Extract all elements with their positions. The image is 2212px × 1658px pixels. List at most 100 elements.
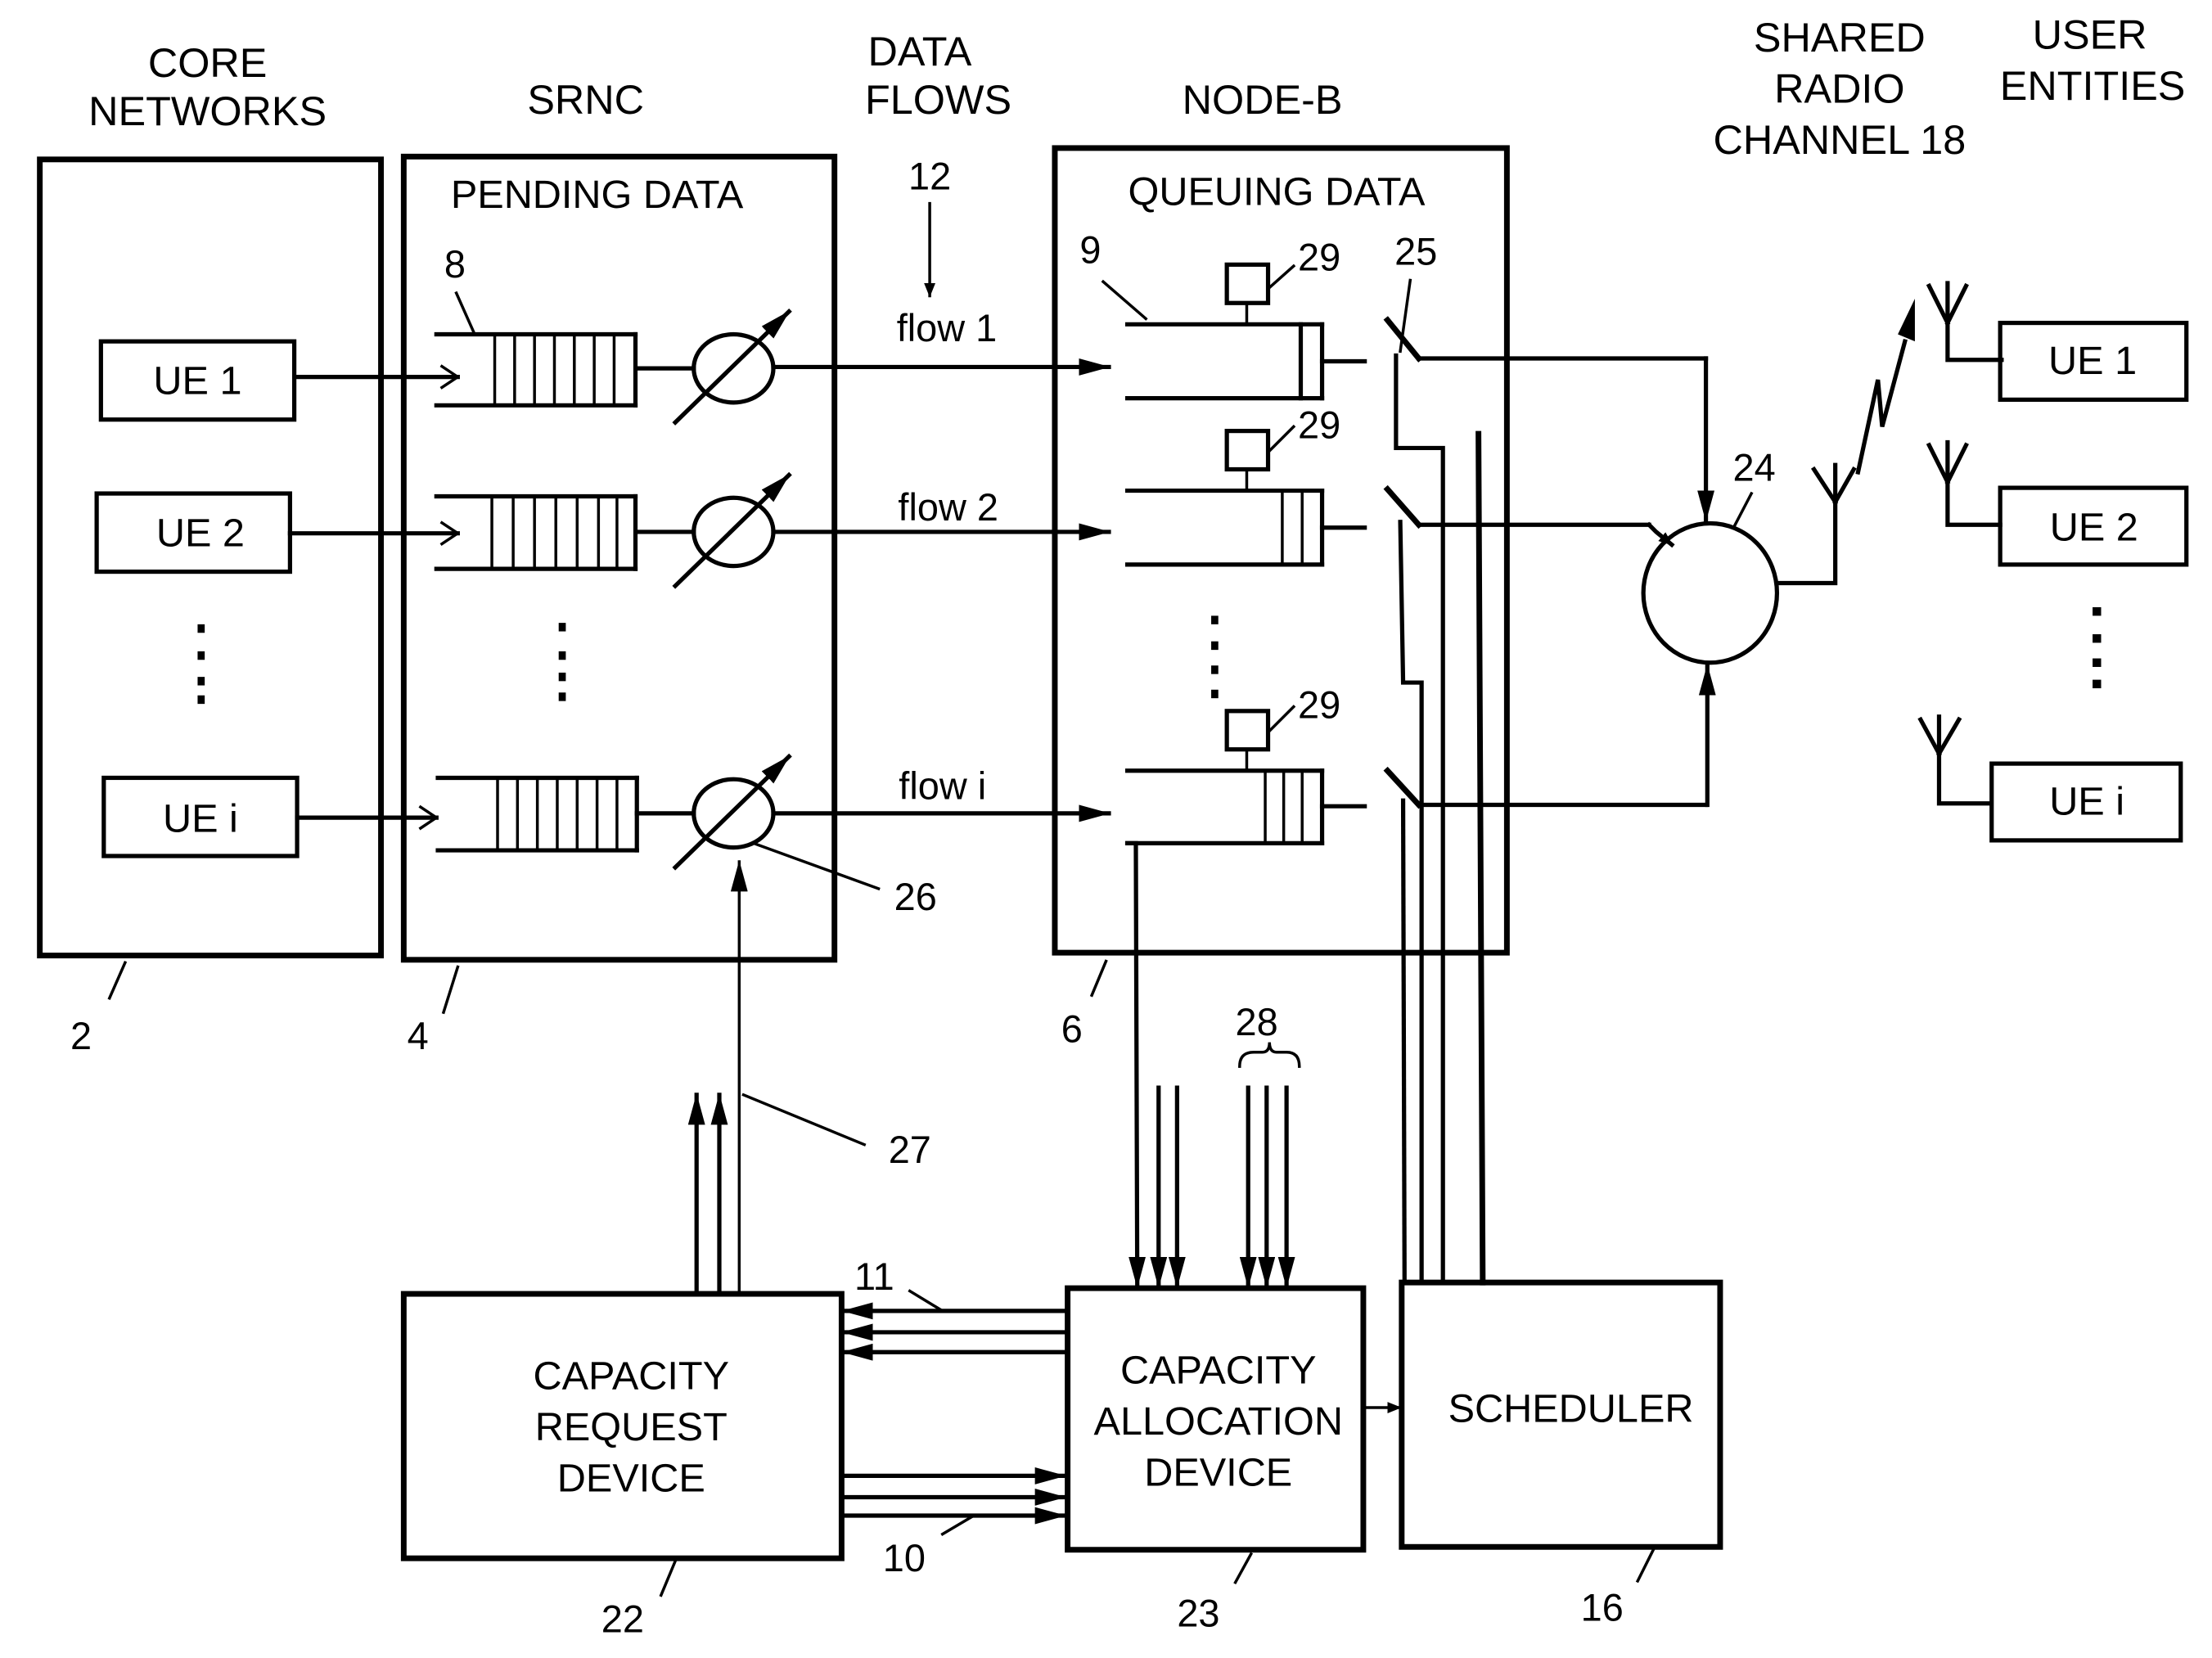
core-ue-2[interactable]: UE 2 <box>94 491 292 574</box>
node-b-block: QUEUING DATA 9 25 29 29 29 6 <box>1052 145 1709 1051</box>
ref-10: 10 <box>883 1537 926 1579</box>
svg-text:CAPACITY: CAPACITY <box>534 1354 730 1398</box>
svg-text:29: 29 <box>1298 684 1340 727</box>
srnc-queue-i <box>435 775 639 853</box>
ref-12: 12 <box>908 155 951 197</box>
srnc-queue-2 <box>434 493 638 571</box>
nodeb-ellipsis <box>1211 615 1219 699</box>
ref-4: 4 <box>408 1015 429 1057</box>
srnc-regulator-2 <box>634 471 792 589</box>
srnc-ellipsis <box>558 623 566 701</box>
ref-2: 2 <box>70 1015 92 1057</box>
svg-text:DATA: DATA <box>868 28 972 74</box>
svg-text:NETWORKS: NETWORKS <box>88 88 327 134</box>
header-core-networks: CORE NETWORKS <box>88 39 327 134</box>
user-entity-i[interactable]: UE i <box>1917 714 2183 843</box>
svg-text:UE 2: UE 2 <box>156 511 245 555</box>
brace-28 <box>1238 1042 1301 1068</box>
svg-text:ENTITIES: ENTITIES <box>2000 62 2186 109</box>
ref-4-leader <box>441 965 460 1015</box>
svg-text:CHANNEL 18: CHANNEL 18 <box>1713 116 1966 163</box>
switch-2 <box>1383 484 1423 529</box>
svg-text:UE i: UE i <box>163 796 238 840</box>
scheduler-control-lines <box>1394 353 1486 1286</box>
ref-24: 24 <box>1733 446 1776 489</box>
svg-text:flow i: flow i <box>899 765 986 808</box>
core-ellipsis <box>197 624 205 705</box>
monitor-29-i <box>1224 709 1271 752</box>
ref-16: 16 <box>1581 1587 1624 1629</box>
ref-22-leader <box>659 1559 678 1597</box>
svg-text:DEVICE: DEVICE <box>1144 1451 1292 1495</box>
combiner-circle <box>1641 520 1780 665</box>
monitor-29-2 <box>1224 428 1271 472</box>
ref-2-leader <box>107 961 128 1001</box>
ref-6: 6 <box>1061 1008 1083 1051</box>
pending-data-title: PENDING DATA <box>451 173 744 217</box>
ref-11: 11 <box>854 1255 894 1298</box>
ref-28: 28 <box>1236 1001 1278 1043</box>
svg-text:29: 29 <box>1298 403 1340 446</box>
svg-text:UE 2: UE 2 <box>2050 505 2138 549</box>
svg-text:UE 1: UE 1 <box>2048 339 2137 383</box>
ref-25: 25 <box>1394 230 1437 273</box>
svg-text:CAPACITY: CAPACITY <box>1120 1348 1317 1392</box>
user-entity-1[interactable]: UE 1 <box>1926 281 2189 402</box>
svg-text:USER: USER <box>2033 11 2147 57</box>
svg-text:29: 29 <box>1298 236 1340 278</box>
flow-i: flow i <box>771 765 1111 822</box>
core-networks-block: UE 1 UE 2 UE i 2 <box>37 156 385 1057</box>
user-entity-2[interactable]: UE 2 <box>1926 439 2189 567</box>
svg-text:ALLOCATION: ALLOCATION <box>1094 1399 1343 1444</box>
header-shared-radio-channel: SHARED RADIO CHANNEL 18 <box>1713 14 1966 163</box>
header-user-entities: USER ENTITIES <box>2000 11 2186 109</box>
ref-8: 8 <box>444 243 466 286</box>
header-data-flows: DATA FLOWS <box>865 28 1011 123</box>
svg-text:UE i: UE i <box>2049 780 2124 824</box>
core-ue-1[interactable]: UE 1 <box>98 339 297 422</box>
arrows-11: 11 <box>840 1255 1069 1361</box>
srnc-queue-1 <box>434 331 638 408</box>
svg-text:DEVICE: DEVICE <box>557 1457 705 1501</box>
svg-text:flow 1: flow 1 <box>897 307 998 349</box>
user-entities-ellipsis <box>2093 607 2102 689</box>
header-srnc: SRNC <box>527 76 644 123</box>
control-line-27: 27 <box>687 860 931 1296</box>
svg-text:UE 1: UE 1 <box>153 358 241 403</box>
capacity-request-device[interactable]: CAPACITY REQUEST DEVICE <box>400 1291 845 1561</box>
srnc-regulator-1 <box>634 308 792 426</box>
combiner-24: 24 <box>1641 356 1857 808</box>
capacity-allocation-device[interactable]: CAPACITY ALLOCATION DEVICE <box>1065 1285 1367 1553</box>
nodeb-to-allocation-lines: 28 <box>1124 840 1301 1289</box>
ref-16-leader <box>1635 1548 1656 1584</box>
radio-link-icon <box>1855 299 1915 475</box>
arrows-10: 10 <box>840 1467 1067 1579</box>
scheduler[interactable]: SCHEDULER <box>1399 1279 1723 1550</box>
nodeb-queue-2: 29 <box>1124 403 1651 567</box>
monitor-29-1 <box>1224 262 1271 305</box>
srnc-regulator-i <box>634 753 792 871</box>
srnc-frame <box>400 153 838 963</box>
ref-9: 9 <box>1079 229 1101 272</box>
flow-2: flow 2 <box>771 486 1111 541</box>
ref-26-leader <box>751 841 881 891</box>
ref-23-leader <box>1233 1552 1254 1585</box>
svg-text:CORE: CORE <box>148 39 268 86</box>
nodeb-queue-i: 29 <box>1124 684 1709 845</box>
ref-27: 27 <box>889 1129 931 1171</box>
svg-text:FLOWS: FLOWS <box>865 76 1011 123</box>
core-ue-i[interactable]: UE i <box>101 775 300 858</box>
network-diagram: CORE NETWORKS SRNC DATA FLOWS NODE-B SHA… <box>37 11 2189 1640</box>
svg-text:flow 2: flow 2 <box>898 486 998 529</box>
svg-text:SCHEDULER: SCHEDULER <box>1448 1386 1694 1430</box>
svg-text:SHARED: SHARED <box>1754 14 1926 61</box>
svg-text:REQUEST: REQUEST <box>535 1405 728 1449</box>
ref-26: 26 <box>894 876 937 918</box>
ref-9-leader <box>1101 279 1148 321</box>
svg-text:RADIO: RADIO <box>1774 65 1905 111</box>
ref-6-leader <box>1089 959 1108 998</box>
queuing-data-title: QUEUING DATA <box>1129 169 1426 214</box>
header-node-b: NODE-B <box>1183 76 1343 123</box>
flow-1: flow 1 <box>771 307 1111 376</box>
ref-23: 23 <box>1177 1593 1219 1635</box>
